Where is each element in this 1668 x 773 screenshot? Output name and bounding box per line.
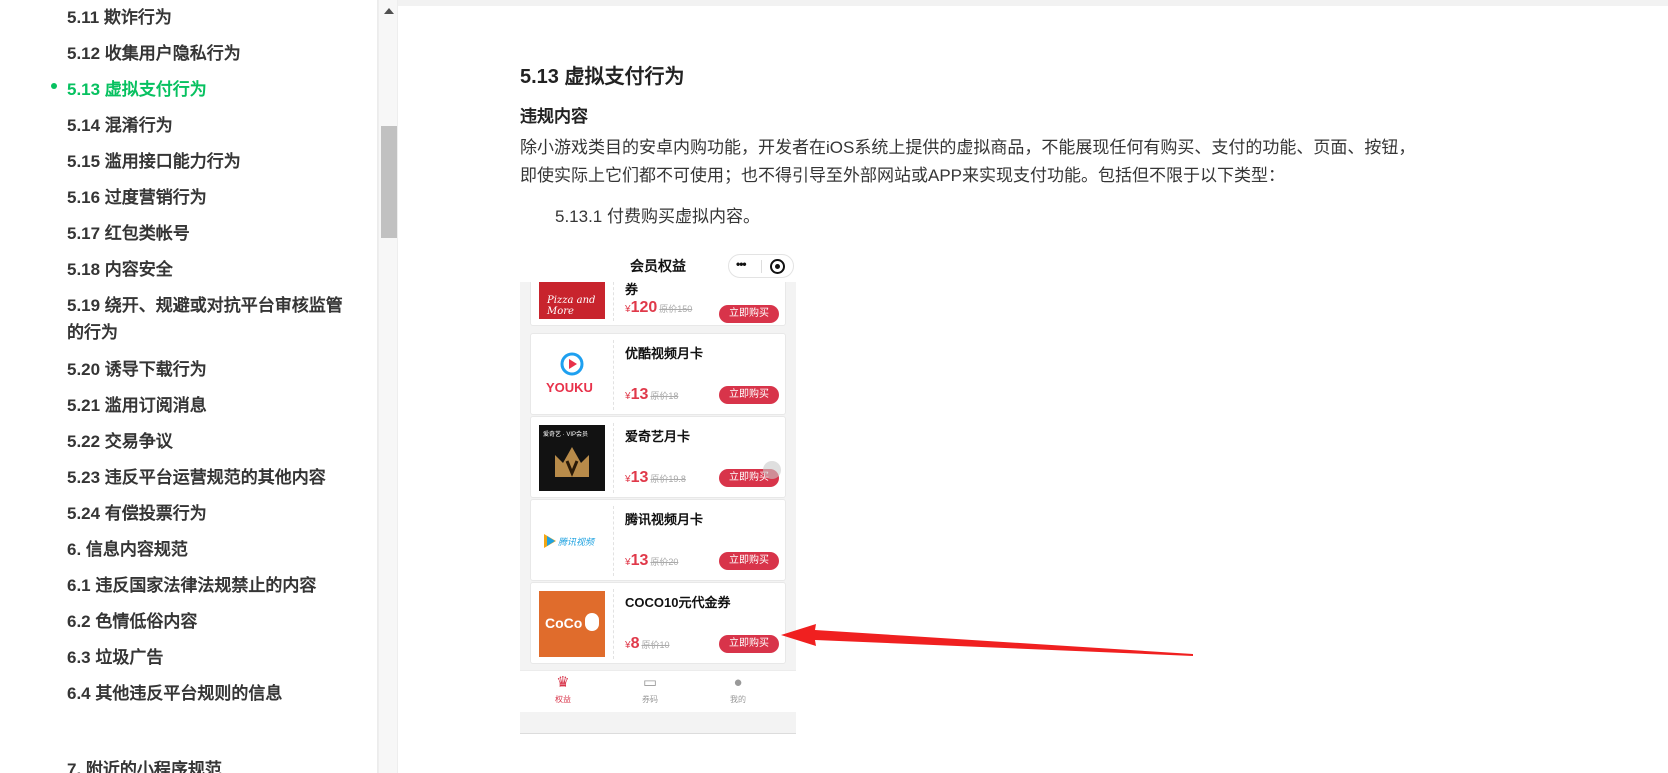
sidebar-toc: 5.11 欺诈行为 5.12 收集用户隐私行为 5.13 虚拟支付行为 5.14… (0, 0, 378, 773)
sidebar-item-6-4[interactable]: 6.4 其他违反平台规则的信息 (67, 680, 357, 707)
sidebar-item-5-24[interactable]: 5.24 有偿投票行为 (67, 500, 357, 527)
capsule-divider (761, 260, 762, 273)
tab-mine: ● 我的 (708, 675, 768, 705)
sidebar-item-5-23[interactable]: 5.23 违反平台运营规范的其他内容 (67, 464, 357, 491)
sidebar-item-5-22[interactable]: 5.22 交易争议 (67, 428, 357, 455)
user-icon: ● (733, 674, 743, 691)
miniprogram-navbar: 会员权益 ••• (520, 250, 796, 282)
sidebar-item-5-11[interactable]: 5.11 欺诈行为 (67, 4, 357, 31)
sidebar-item-5-14[interactable]: 5.14 混淆行为 (67, 112, 357, 139)
tab-benefits: ♛ 权益 (533, 675, 593, 705)
annotation-arrow-icon (781, 624, 1193, 656)
ticket-icon: ▭ (642, 674, 658, 691)
sidebar-item-7[interactable]: 7. 附近的小程序规范 (67, 756, 357, 773)
scroll-up-arrow-icon[interactable] (384, 8, 394, 14)
tab-label: 我的 (730, 695, 746, 704)
sidebar-item-5-17[interactable]: 5.17 红包类帐号 (67, 220, 357, 247)
tab-coupons: ▭ 券码 (620, 675, 680, 705)
active-bullet-icon (51, 83, 57, 89)
sidebar-item-5-13[interactable]: 5.13 虚拟支付行为 (67, 76, 357, 103)
sidebar-item-5-12[interactable]: 5.12 收集用户隐私行为 (67, 40, 357, 67)
sidebar-item-6-1[interactable]: 6.1 违反国家法律法规禁止的内容 (67, 572, 357, 599)
sidebar-scrollbar[interactable] (378, 0, 398, 773)
sidebar-item-5-18[interactable]: 5.18 内容安全 (67, 256, 357, 283)
sidebar-item-5-16[interactable]: 5.16 过度营销行为 (67, 184, 357, 211)
sidebar-item-6-2[interactable]: 6.2 色情低俗内容 (67, 608, 357, 635)
article-content: 5.13 虚拟支付行为 违规内容 除小游戏类目的安卓内购功能，开发者在iOS系统… (398, 6, 1668, 773)
crown-icon: ♛ (556, 674, 570, 691)
sidebar-item-5-15[interactable]: 5.15 滥用接口能力行为 (67, 148, 357, 175)
sidebar-item-5-21[interactable]: 5.21 滥用订阅消息 (67, 392, 357, 419)
more-dots-icon: ••• (736, 257, 747, 271)
sidebar-item-5-19[interactable]: 5.19 绕开、规避或对抗平台审核监管的行为 (67, 292, 357, 346)
tab-label: 券码 (642, 695, 658, 704)
sidebar-item-6[interactable]: 6. 信息内容规范 (67, 536, 357, 563)
capsule-menu: ••• (728, 254, 794, 278)
sidebar-item-6-3[interactable]: 6.3 垃圾广告 (67, 644, 357, 671)
miniprogram-title: 会员权益 (630, 258, 686, 274)
sidebar-item-5-20[interactable]: 5.20 诱导下载行为 (67, 356, 357, 383)
close-target-icon (770, 259, 785, 274)
tab-label: 权益 (555, 695, 571, 704)
scroll-thumb[interactable] (381, 126, 397, 238)
miniprogram-tabbar: ♛ 权益 ▭ 券码 ● 我的 (520, 670, 796, 712)
